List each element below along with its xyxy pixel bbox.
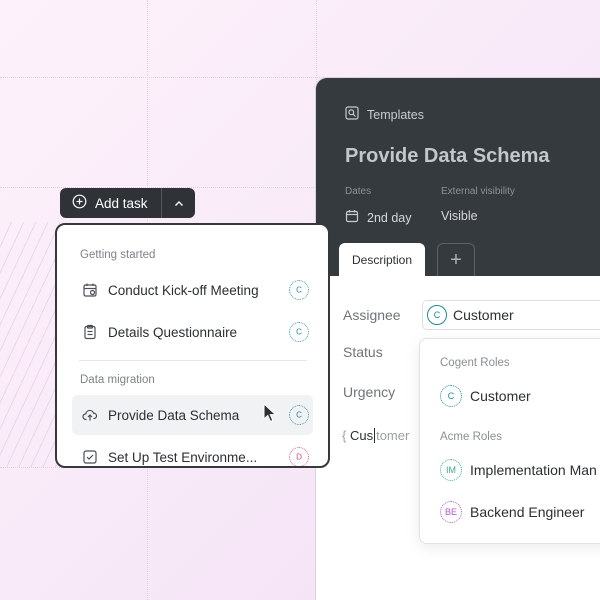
template-search-icon [345, 106, 359, 123]
calendar-icon [82, 282, 98, 298]
assignee-label: Assignee [343, 307, 401, 323]
checkbox-icon [82, 449, 98, 465]
role-option-customer[interactable]: C Customer [440, 385, 531, 407]
role-option-backend[interactable]: BE Backend Engineer [440, 501, 584, 523]
role-label: Customer [470, 388, 531, 404]
panel-title: Provide Data Schema [345, 145, 550, 167]
menu-item-label: Set Up Test Environme... [108, 449, 258, 465]
breadcrumb-label: Templates [367, 107, 424, 122]
menu-item-kickoff[interactable]: Conduct Kick-off Meeting C [72, 270, 313, 310]
d-avatar: D [289, 447, 309, 466]
visibility-label: External visibility [441, 186, 515, 197]
plus-circle-icon [72, 194, 87, 212]
section-divider [79, 360, 307, 361]
assignee-value: Customer [453, 307, 514, 323]
status-label: Status [343, 344, 383, 360]
add-task-split-button: Add task [60, 188, 195, 218]
role-option-implementation[interactable]: IM Implementation Man [440, 459, 597, 481]
customer-avatar: C [440, 385, 462, 407]
menu-item-test-env[interactable]: Set Up Test Environme... D [72, 437, 313, 466]
text-caret [374, 428, 376, 443]
search-suggestion: tomer [376, 428, 410, 443]
panel-header: Templates Provide Data Schema Dates Exte… [316, 78, 600, 276]
dates-label: Dates [345, 186, 372, 197]
menu-item-label: Conduct Kick-off Meeting [108, 282, 259, 298]
dates-value[interactable]: 2nd day [345, 209, 411, 226]
be-avatar: BE [440, 501, 462, 523]
urgency-label: Urgency [343, 384, 396, 400]
search-typed: Cus [349, 428, 374, 443]
search-bracket: { [342, 428, 347, 443]
calendar-icon [345, 209, 359, 226]
menu-item-label: Provide Data Schema [108, 407, 240, 423]
customer-avatar: C [289, 322, 309, 342]
role-label: Backend Engineer [470, 504, 585, 520]
menu-item-questionnaire[interactable]: Details Questionnaire C [72, 312, 313, 352]
section-title: Getting started [80, 249, 156, 261]
tab-description[interactable]: Description [339, 243, 425, 276]
im-avatar: IM [440, 459, 462, 481]
customer-avatar: C [289, 280, 309, 300]
menu-item-label: Details Questionnaire [108, 324, 238, 340]
roles-group-title: Acme Roles [440, 431, 502, 443]
assignee-field[interactable]: C Customer [422, 300, 600, 330]
visibility-value[interactable]: Visible [441, 209, 478, 223]
role-search-input[interactable]: { Cus tomer [342, 428, 409, 443]
add-tab-button[interactable]: + [437, 243, 475, 276]
add-task-menu-toggle[interactable] [162, 194, 195, 212]
task-template-menu: Getting started Conduct Kick-off Meeting… [55, 223, 330, 468]
section-title: Data migration [80, 374, 155, 386]
customer-avatar: C [427, 305, 447, 325]
clipboard-icon [82, 324, 98, 340]
mouse-cursor-icon [263, 403, 277, 423]
hatch-pattern [0, 222, 60, 467]
add-task-button[interactable]: Add task [60, 194, 161, 212]
chevron-up-icon [174, 194, 184, 212]
add-task-label: Add task [95, 195, 148, 211]
cloud-upload-icon [82, 407, 98, 423]
dates-value-text: 2nd day [367, 210, 412, 225]
breadcrumb[interactable]: Templates [345, 106, 424, 123]
roles-group-title: Cogent Roles [440, 357, 510, 369]
customer-avatar: C [289, 405, 309, 425]
role-label: Implementation Man [470, 462, 597, 478]
roles-dropdown: Cogent Roles C Customer Acme Roles IM Im… [419, 338, 600, 544]
